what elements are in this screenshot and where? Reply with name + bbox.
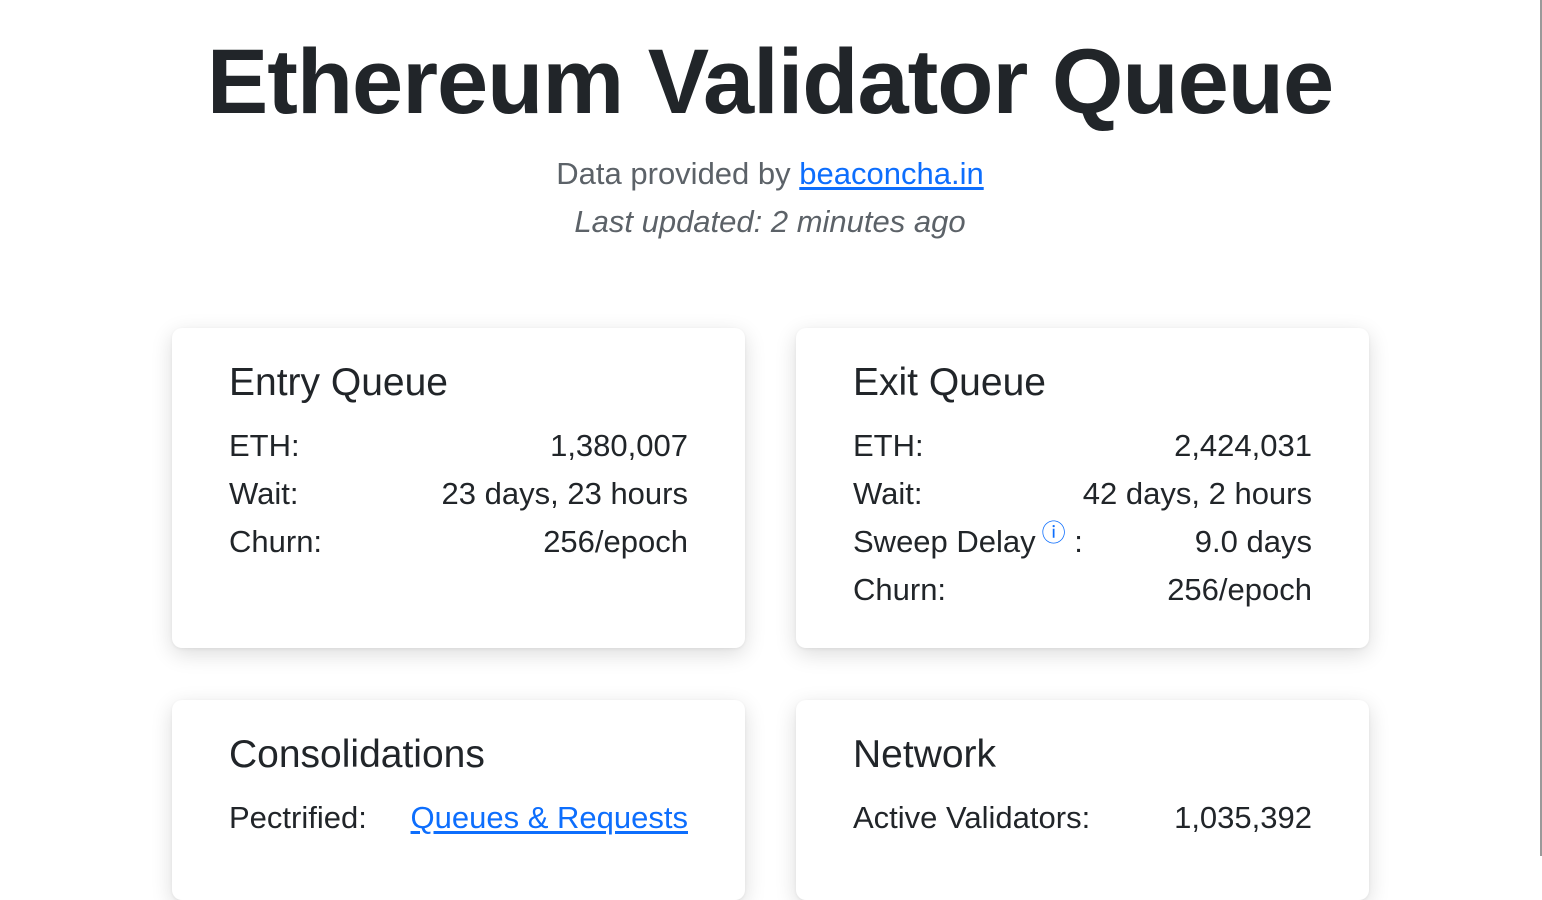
exit-wait-label: Wait: <box>853 476 923 511</box>
exit-eth-row: ETH: 2,424,031 <box>853 422 1312 470</box>
pectrified-label: Pectrified: <box>229 800 367 835</box>
exit-churn-label: Churn: <box>853 572 947 607</box>
last-updated-text: Last updated: 2 minutes ago <box>574 204 966 239</box>
network-title: Network <box>853 733 997 776</box>
active-validators-label: Active Validators: <box>853 800 1091 835</box>
exit-sweep-row: Sweep Delay ⓘ : 9.0 days <box>853 518 1312 566</box>
entry-eth-value: 1,380,007 <box>550 428 688 463</box>
consolidations-card: Consolidations Pectrified: Queues & Requ… <box>172 700 745 900</box>
sweep-delay-label-group: Sweep Delay ⓘ : <box>853 518 1083 566</box>
entry-queue-title: Entry Queue <box>229 361 448 404</box>
sweep-delay-label: Sweep Delay <box>853 524 1036 559</box>
beaconchain-link[interactable]: beaconcha.in <box>799 156 983 191</box>
exit-eth-label: ETH: <box>853 428 924 463</box>
exit-wait-row: Wait: 42 days, 2 hours <box>853 470 1312 518</box>
exit-queue-card: Exit Queue ETH: 2,424,031 Wait: 42 days,… <box>796 328 1369 648</box>
exit-queue-title: Exit Queue <box>853 361 1046 404</box>
exit-eth-value: 2,424,031 <box>1174 428 1312 463</box>
entry-wait-label: Wait: <box>229 476 299 511</box>
consolidations-title: Consolidations <box>229 733 485 776</box>
info-icon[interactable]: ⓘ <box>1042 521 1066 545</box>
entry-queue-card: Entry Queue ETH: 1,380,007 Wait: 23 days… <box>172 328 745 648</box>
exit-churn-row: Churn: 256/epoch <box>853 566 1312 614</box>
data-provider-line: Data provided by beaconcha.in <box>0 156 1540 192</box>
provider-prefix: Data provided by <box>556 156 791 191</box>
entry-eth-label: ETH: <box>229 428 300 463</box>
queues-requests-link[interactable]: Queues & Requests <box>411 794 688 842</box>
entry-churn-label: Churn: <box>229 524 323 559</box>
exit-churn-value: 256/epoch <box>1167 572 1312 607</box>
pectrified-row: Pectrified: Queues & Requests <box>229 794 688 842</box>
sweep-delay-value: 9.0 days <box>1194 524 1312 559</box>
entry-churn-value: 256/epoch <box>543 524 688 559</box>
active-validators-value: 1,035,392 <box>1174 800 1312 835</box>
exit-wait-value: 42 days, 2 hours <box>1082 476 1312 511</box>
entry-wait-value: 23 days, 23 hours <box>441 476 688 511</box>
active-validators-row: Active Validators: 1,035,392 <box>853 794 1312 842</box>
sweep-delay-colon: : <box>1074 524 1083 559</box>
network-card: Network Active Validators: 1,035,392 <box>796 700 1369 900</box>
entry-eth-row: ETH: 1,380,007 <box>229 422 688 470</box>
entry-wait-row: Wait: 23 days, 23 hours <box>229 470 688 518</box>
entry-churn-row: Churn: 256/epoch <box>229 518 688 566</box>
page-title: Ethereum Validator Queue <box>206 31 1334 133</box>
